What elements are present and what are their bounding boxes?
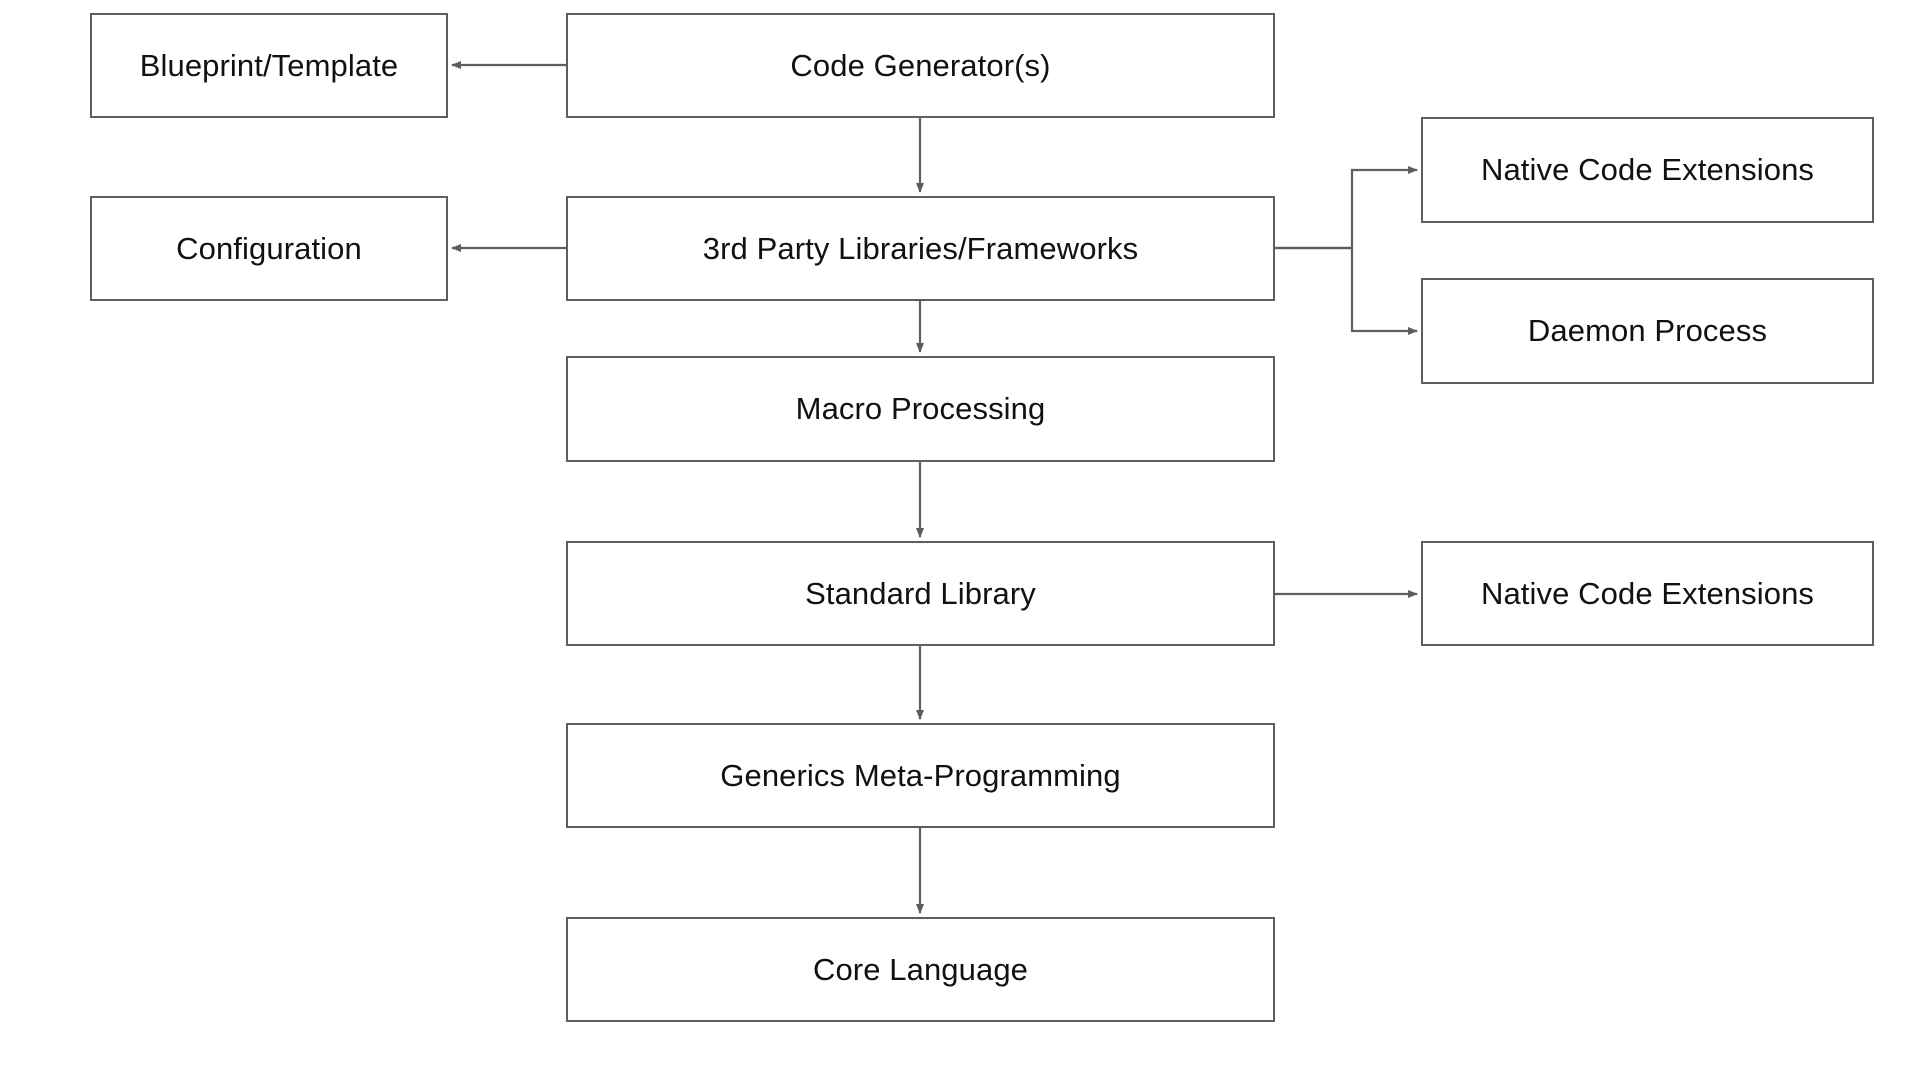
node-label: Daemon Process	[1527, 313, 1768, 349]
node-label: 3rd Party Libraries/Frameworks	[702, 230, 1139, 266]
node-label: Native Code Extensions	[1480, 152, 1815, 188]
node-blueprint-template[interactable]: Blueprint/Template	[90, 13, 448, 118]
node-label: Code Generator(s)	[790, 47, 1051, 83]
node-core-language[interactable]: Core Language	[566, 917, 1275, 1022]
node-third-party-libraries[interactable]: 3rd Party Libraries/Frameworks	[566, 196, 1275, 301]
edge-thirdparty-to-daemon	[1275, 246, 1418, 335]
node-label: Native Code Extensions	[1480, 575, 1815, 611]
node-label: Configuration	[176, 230, 362, 266]
node-generics-meta-programming[interactable]: Generics Meta-Programming	[566, 723, 1275, 828]
node-code-generators[interactable]: Code Generator(s)	[566, 13, 1275, 118]
node-native-code-extensions-bottom[interactable]: Native Code Extensions	[1421, 541, 1874, 646]
node-label: Core Language	[812, 951, 1029, 987]
edge-thirdparty-to-native-top	[1275, 166, 1418, 250]
node-native-code-extensions-top[interactable]: Native Code Extensions	[1421, 117, 1874, 223]
node-label: Macro Processing	[795, 391, 1046, 427]
node-label: Blueprint/Template	[139, 47, 399, 83]
diagram-canvas: Blueprint/Template Code Generator(s) Nat…	[0, 0, 1920, 1080]
node-standard-library[interactable]: Standard Library	[566, 541, 1275, 646]
node-configuration[interactable]: Configuration	[90, 196, 448, 301]
node-label: Standard Library	[805, 575, 1036, 611]
node-macro-processing[interactable]: Macro Processing	[566, 356, 1275, 462]
node-label: Generics Meta-Programming	[720, 757, 1121, 793]
node-daemon-process[interactable]: Daemon Process	[1421, 278, 1874, 384]
